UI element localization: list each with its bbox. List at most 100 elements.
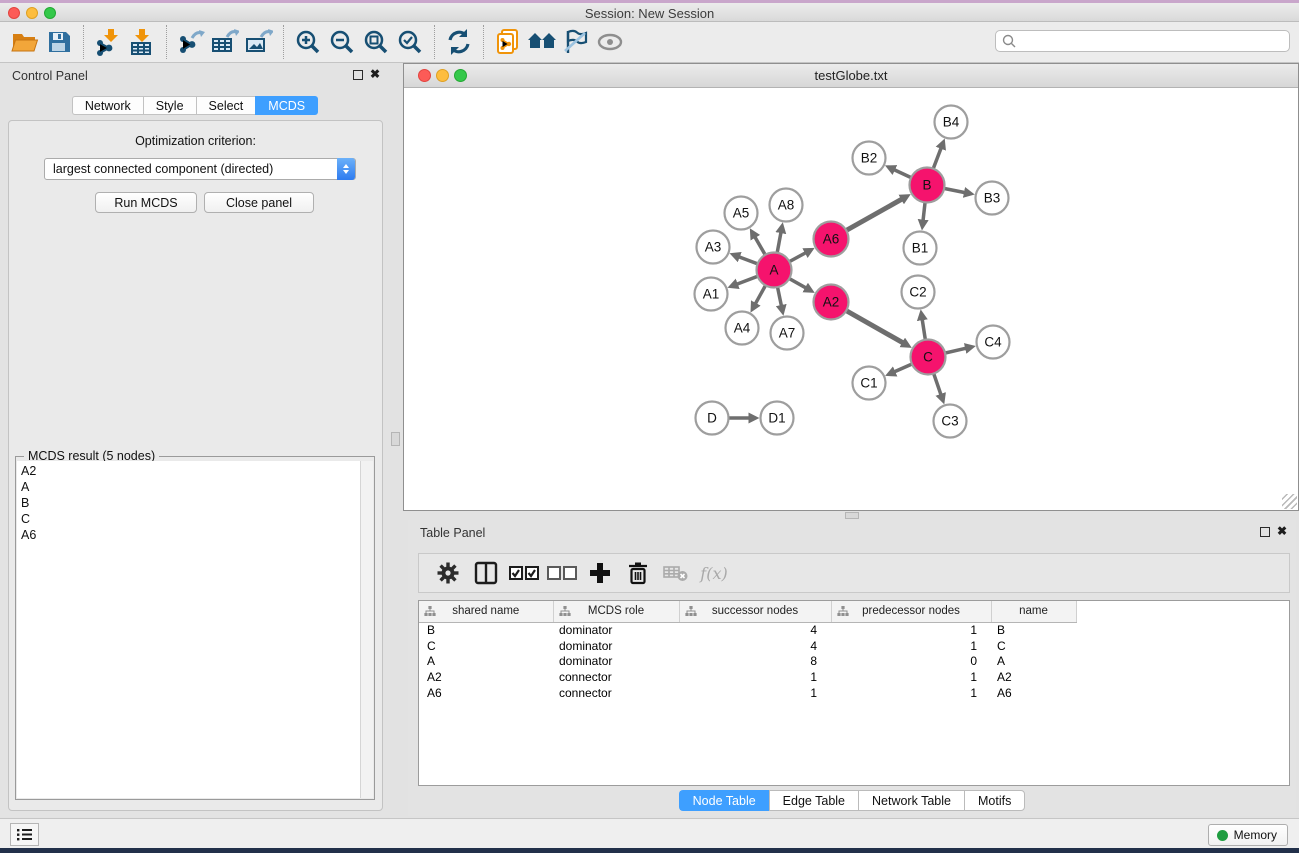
- tab-network-table[interactable]: Network Table: [858, 790, 964, 811]
- search-field[interactable]: [995, 30, 1290, 52]
- table-cell[interactable]: 1: [831, 622, 991, 638]
- node-C1[interactable]: C1: [853, 367, 886, 400]
- optimization-criterion-dropdown[interactable]: largest connected component (directed): [44, 158, 356, 180]
- graphics-details-icon[interactable]: [559, 26, 593, 58]
- node-A3[interactable]: A3: [697, 231, 730, 264]
- table-cell[interactable]: 8: [679, 653, 831, 669]
- search-input[interactable]: [995, 30, 1290, 52]
- table-cell[interactable]: C: [419, 638, 553, 654]
- tab-node-table[interactable]: Node Table: [679, 790, 769, 811]
- node-D1[interactable]: D1: [761, 402, 794, 435]
- network-graph[interactable]: B4B2BB3A8A5A6A3B1AC2A1A2A4A7C4CC1DD1C3: [404, 88, 1298, 510]
- table-cell[interactable]: connector: [553, 669, 679, 685]
- node-table[interactable]: shared nameMCDS rolesuccessor nodesprede…: [419, 601, 1077, 700]
- task-history-button[interactable]: [10, 823, 39, 846]
- zoom-out-icon[interactable]: [325, 26, 359, 58]
- column-header-name[interactable]: name: [991, 601, 1076, 622]
- mcds-result-list[interactable]: A2ABCA6: [17, 461, 360, 798]
- node-C4[interactable]: C4: [977, 326, 1010, 359]
- table-cell[interactable]: dominator: [553, 638, 679, 654]
- table-cell[interactable]: 0: [831, 653, 991, 669]
- close-panel-icon[interactable]: ✖: [1277, 524, 1287, 538]
- mcds-result-item[interactable]: C: [17, 511, 360, 527]
- mcds-result-item[interactable]: A6: [17, 527, 360, 543]
- save-session-icon[interactable]: [42, 26, 76, 58]
- column-header-MCDS-role[interactable]: MCDS role: [553, 601, 679, 622]
- tab-motifs[interactable]: Motifs: [964, 790, 1025, 811]
- table-cell[interactable]: 1: [679, 685, 831, 701]
- deselect-all-icon[interactable]: [543, 558, 581, 588]
- node-B[interactable]: B: [910, 168, 945, 203]
- mcds-result-item[interactable]: A2: [17, 463, 360, 479]
- hide-panel-eye-icon[interactable]: [593, 26, 627, 58]
- first-neighbors-icon[interactable]: [525, 26, 559, 58]
- node-B3[interactable]: B3: [976, 182, 1009, 215]
- memory-button[interactable]: Memory: [1208, 824, 1288, 846]
- table-row[interactable]: A2connector11A2: [419, 669, 1076, 685]
- gear-icon[interactable]: [429, 558, 467, 588]
- node-A[interactable]: A: [757, 253, 792, 288]
- table-cell[interactable]: dominator: [553, 622, 679, 638]
- table-cell[interactable]: 4: [679, 638, 831, 654]
- zoom-in-icon[interactable]: [291, 26, 325, 58]
- table-cell[interactable]: 1: [831, 669, 991, 685]
- export-image-icon[interactable]: [242, 26, 276, 58]
- node-A5[interactable]: A5: [725, 197, 758, 230]
- node-A1[interactable]: A1: [695, 278, 728, 311]
- table-cell[interactable]: A2: [991, 669, 1076, 685]
- node-A2[interactable]: A2: [814, 285, 849, 320]
- horizontal-split-handle[interactable]: [845, 512, 859, 519]
- column-header-predecessor-nodes[interactable]: predecessor nodes: [831, 601, 991, 622]
- refresh-icon[interactable]: [442, 26, 476, 58]
- duplicate-network-icon[interactable]: [491, 26, 525, 58]
- table-cell[interactable]: 1: [831, 638, 991, 654]
- window-resize-grip[interactable]: [1282, 494, 1297, 509]
- clear-table-icon[interactable]: [657, 558, 695, 588]
- table-cell[interactable]: dominator: [553, 653, 679, 669]
- node-C2[interactable]: C2: [902, 276, 935, 309]
- node-A6[interactable]: A6: [814, 222, 849, 257]
- table-cell[interactable]: A6: [419, 685, 553, 701]
- float-panel-icon[interactable]: [1260, 527, 1270, 537]
- table-cell[interactable]: 1: [831, 685, 991, 701]
- table-cell[interactable]: A6: [991, 685, 1076, 701]
- table-row[interactable]: Bdominator41B: [419, 622, 1076, 638]
- import-network-icon[interactable]: [91, 26, 125, 58]
- table-cell[interactable]: B: [419, 622, 553, 638]
- export-table-icon[interactable]: [208, 26, 242, 58]
- mcds-result-item[interactable]: A: [17, 479, 360, 495]
- zoom-fit-icon[interactable]: [359, 26, 393, 58]
- node-C[interactable]: C: [911, 340, 946, 375]
- tab-edge-table[interactable]: Edge Table: [769, 790, 858, 811]
- mcds-result-item[interactable]: B: [17, 495, 360, 511]
- tab-select[interactable]: Select: [196, 96, 256, 115]
- node-C3[interactable]: C3: [934, 405, 967, 438]
- column-layout-icon[interactable]: [467, 558, 505, 588]
- table-row[interactable]: A6connector11A6: [419, 685, 1076, 701]
- node-A8[interactable]: A8: [770, 189, 803, 222]
- node-D[interactable]: D: [696, 402, 729, 435]
- open-file-icon[interactable]: [8, 26, 42, 58]
- column-header-successor-nodes[interactable]: successor nodes: [679, 601, 831, 622]
- tab-style[interactable]: Style: [143, 96, 196, 115]
- import-table-icon[interactable]: [125, 26, 159, 58]
- column-header-shared-name[interactable]: shared name: [419, 601, 553, 622]
- table-cell[interactable]: A2: [419, 669, 553, 685]
- add-column-icon[interactable]: [581, 558, 619, 588]
- mcds-result-scrollbar[interactable]: [360, 461, 373, 798]
- tab-mcds[interactable]: MCDS: [255, 96, 318, 115]
- node-table-header[interactable]: shared nameMCDS rolesuccessor nodesprede…: [419, 601, 1076, 622]
- table-cell[interactable]: 1: [679, 669, 831, 685]
- table-cell[interactable]: C: [991, 638, 1076, 654]
- node-A7[interactable]: A7: [771, 317, 804, 350]
- table-cell[interactable]: connector: [553, 685, 679, 701]
- node-B4[interactable]: B4: [935, 106, 968, 139]
- float-panel-icon[interactable]: [353, 70, 363, 80]
- table-cell[interactable]: 4: [679, 622, 831, 638]
- export-network-icon[interactable]: [174, 26, 208, 58]
- vertical-split-handle[interactable]: [391, 432, 400, 446]
- table-row[interactable]: Adominator80A: [419, 653, 1076, 669]
- table-row[interactable]: Cdominator41C: [419, 638, 1076, 654]
- table-cell[interactable]: B: [991, 622, 1076, 638]
- close-panel-button[interactable]: Close panel: [204, 192, 314, 213]
